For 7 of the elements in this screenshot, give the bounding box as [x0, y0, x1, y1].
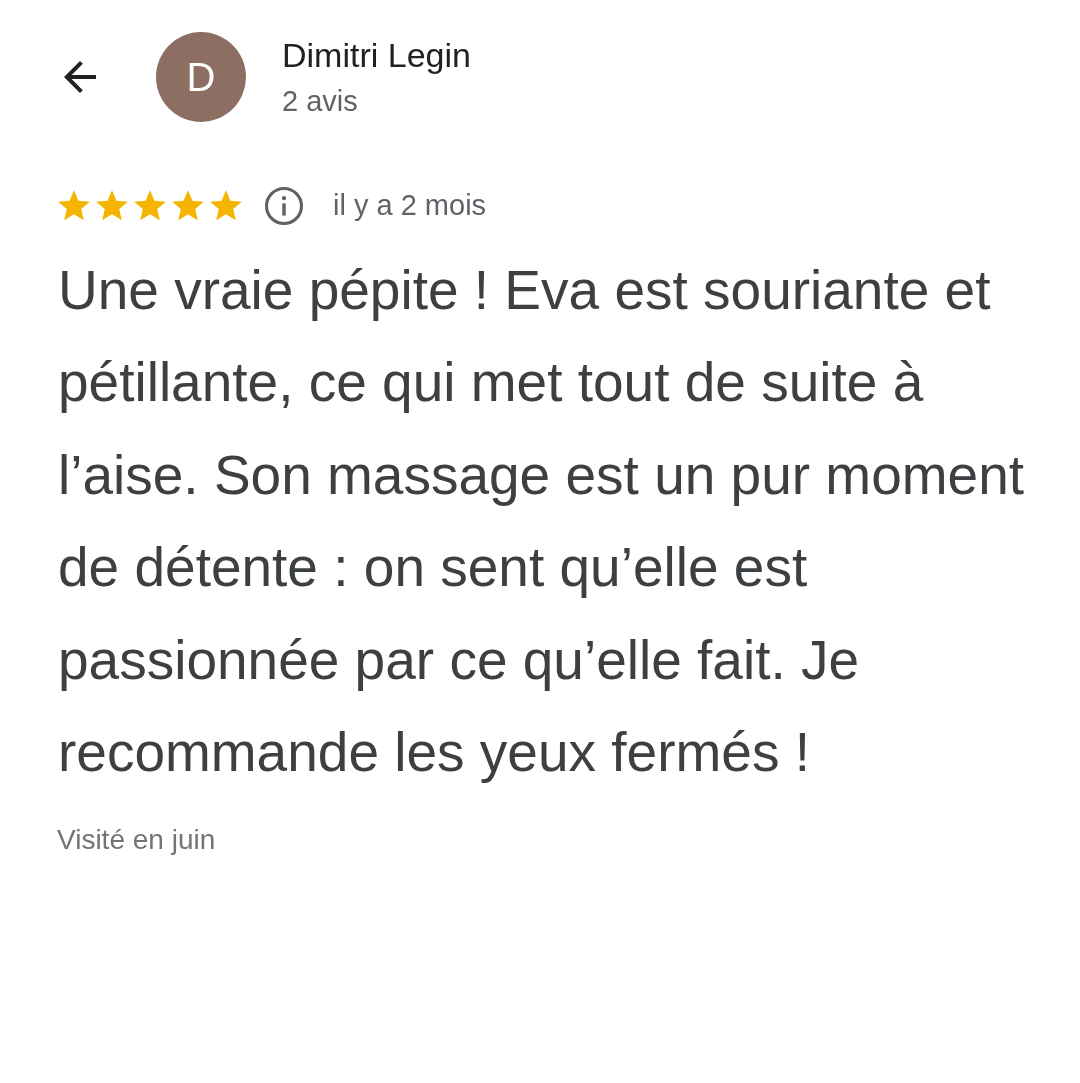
avatar: D — [156, 32, 246, 122]
reviewer-name: Dimitri Legin — [282, 35, 471, 76]
visit-date: Visité en juin — [56, 822, 217, 857]
review-count: 2 avis — [282, 84, 359, 119]
review-text: Une vraie pépite ! Eva est souriante et pétillante, ce qui met tout de suite à l’aise. Son massage est un pur moment de détente : on sent qu’elle est passionnée par ce qu’elle fait. Je recommande les yeux fermés ! — [57, 257, 1026, 785]
review-date: il y a 2 mois — [333, 188, 487, 223]
info-icon — [263, 184, 305, 227]
